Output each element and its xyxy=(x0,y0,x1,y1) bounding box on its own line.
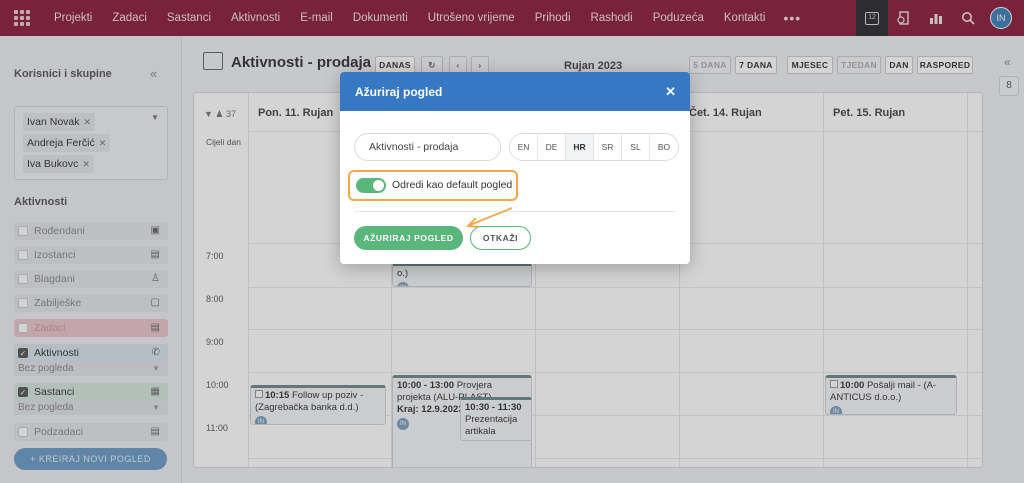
update-view-button[interactable]: AŽURIRAJ POGLED xyxy=(354,226,463,250)
default-view-toggle[interactable] xyxy=(356,178,386,193)
lang-sl-button[interactable]: SL xyxy=(622,134,650,160)
close-icon[interactable]: ✕ xyxy=(665,84,676,100)
lang-bo-button[interactable]: BO xyxy=(650,134,678,160)
lang-en-button[interactable]: EN xyxy=(510,134,538,160)
dialog-title: Ažuriraj pogled xyxy=(355,84,443,99)
language-selector: EN DE HR SR SL BO xyxy=(509,133,679,161)
lang-de-button[interactable]: DE xyxy=(538,134,566,160)
annotation-arrow-icon xyxy=(466,207,513,228)
lang-hr-button[interactable]: HR xyxy=(566,134,594,160)
lang-sr-button[interactable]: SR xyxy=(594,134,622,160)
dialog-header: Ažuriraj pogled ✕ xyxy=(340,72,690,111)
update-view-dialog: Ažuriraj pogled ✕ Aktivnosti - prodaja E… xyxy=(340,72,690,264)
default-view-label: Odredi kao default pogled xyxy=(392,179,513,191)
view-name-input[interactable]: Aktivnosti - prodaja xyxy=(354,133,501,161)
default-view-highlight: Odredi kao default pogled xyxy=(348,170,518,201)
